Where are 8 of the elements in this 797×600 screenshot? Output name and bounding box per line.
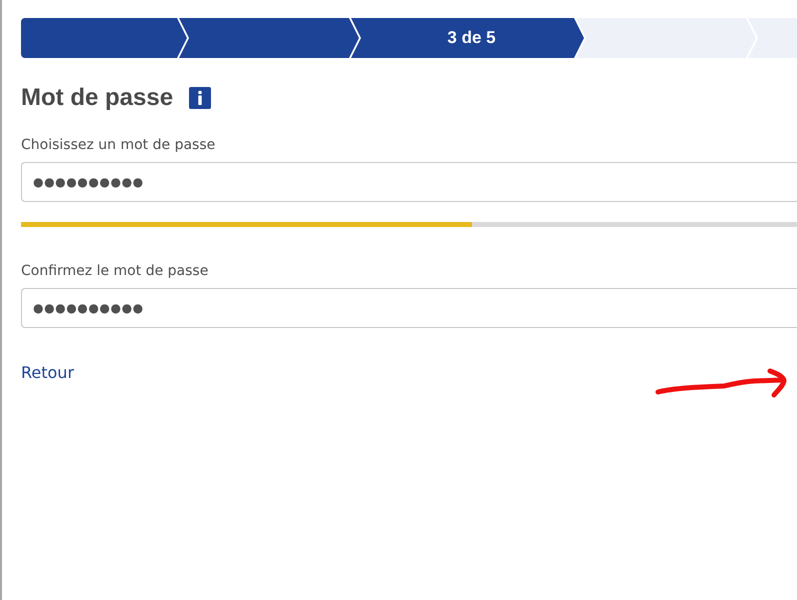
info-icon[interactable] bbox=[189, 87, 212, 109]
section-title: Mot de passe bbox=[21, 85, 174, 111]
password-field[interactable]: ●●●●●●●●●● bbox=[21, 162, 797, 202]
field-label: Confirmez le mot de passe bbox=[21, 262, 208, 280]
back-link[interactable]: Retour bbox=[21, 363, 74, 383]
confirm-password-field[interactable]: ●●●●●●●●●● bbox=[21, 288, 797, 328]
field-label: Choisissez un mot de passe bbox=[21, 136, 216, 154]
progress-step: 3 de 5 bbox=[351, 18, 584, 58]
